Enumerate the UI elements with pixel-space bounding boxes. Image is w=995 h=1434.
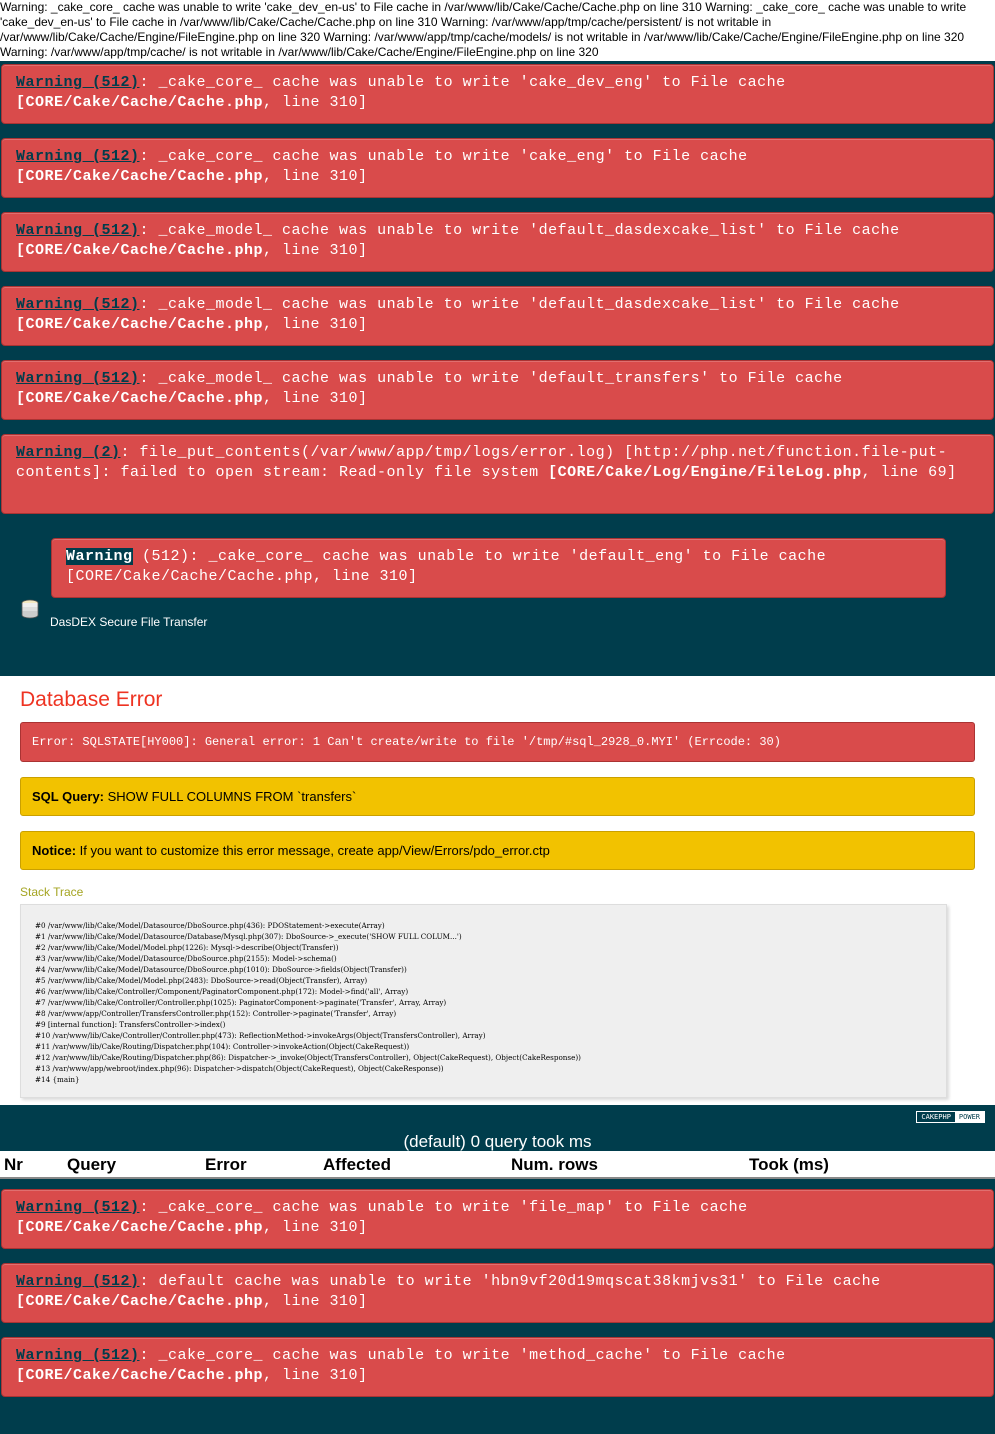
cake-warning: Warning (512): _cake_core_ cache was una…	[1, 1337, 994, 1397]
warning-path: [CORE/Cake/Cache/Cache.php	[16, 242, 264, 259]
column-query: Query	[63, 1151, 201, 1179]
warning-toggle-link[interactable]: Warning (2)	[16, 444, 121, 461]
cake-warning: Warning (512): default cache was unable …	[1, 1263, 994, 1323]
warning-path: [CORE/Cake/Log/Engine/FileLog.php	[548, 464, 862, 481]
warning-line: , line 310]	[263, 94, 368, 111]
column-nr: Nr	[0, 1151, 63, 1179]
site-footer: CAKEPHP POWER (default) 0 query took ms	[0, 1105, 995, 1151]
warning-toggle-link[interactable]: Warning (512)	[16, 1347, 140, 1364]
warning-path: [CORE/Cake/Cache/Cache.php	[16, 1293, 264, 1310]
error-box: Error: SQLSTATE[HY000]: General error: 1…	[20, 722, 975, 762]
main-content: Database Error Error: SQLSTATE[HY000]: G…	[0, 676, 995, 1105]
warning-line: , line 310]	[263, 390, 368, 407]
warning-path: [CORE/Cake/Cache/Cache.php	[16, 168, 264, 185]
warnings-bottom: Warning (512): _cake_core_ cache was una…	[0, 1189, 995, 1397]
warning-toggle-link[interactable]: Warning	[66, 548, 133, 565]
column-affected: Affected	[319, 1151, 507, 1179]
cake-warning: Warning (512): _cake_core_ cache was una…	[51, 538, 946, 598]
sql-log-summary: (default) 0 query took ms	[403, 1132, 592, 1151]
page-title: Database Error	[20, 688, 163, 711]
warning-message: : default cache was unable to write 'hbn…	[139, 1273, 881, 1290]
cake-warning: Warning (512): _cake_core_ cache was una…	[1, 64, 994, 124]
warning-line: , line 69]	[861, 464, 957, 481]
cake-warning: Warning (512): _cake_model_ cache was un…	[1, 286, 994, 346]
warning-line: , line 310]	[263, 316, 368, 333]
warning-toggle-link[interactable]: Warning (512)	[16, 1273, 140, 1290]
sql-log-table: Nr Query Error Affected Num. rows Took (…	[0, 1151, 995, 1179]
site-title-link[interactable]: DasDEX Secure File Transfer	[50, 615, 207, 629]
warning-line: , line 310]	[263, 1367, 368, 1384]
warning-path: [CORE/Cake/Cache/Cache.php	[16, 1367, 264, 1384]
warning-toggle-link[interactable]: Warning (512)	[16, 74, 140, 91]
cake-warning: Warning (2): file_put_contents(/var/www/…	[1, 434, 994, 514]
power-badge-left: CAKEPHP	[917, 1112, 955, 1122]
sql-query-label: SQL Query:	[32, 789, 108, 804]
warning-path: [CORE/Cake/Cache/Cache.php	[16, 94, 264, 111]
stack-trace: #0 /var/www/lib/Cake/Model/Datasource/Db…	[20, 904, 947, 1098]
cake-warning: Warning (512): _cake_model_ cache was un…	[1, 360, 994, 420]
database-stack-icon[interactable]	[20, 599, 40, 619]
warning-line: , line 310]	[263, 168, 368, 185]
warnings-top: Warning (512): _cake_core_ cache was una…	[0, 64, 995, 514]
notice-text: If you want to customize this error mess…	[79, 843, 550, 858]
php-warning-text: Warning: _cake_core_ cache was unable to…	[0, 0, 995, 61]
column-error: Error	[201, 1151, 319, 1179]
warning-path: [CORE/Cake/Cache/Cache.php	[16, 1219, 264, 1236]
warning-path: [CORE/Cake/Cache/Cache.php	[16, 390, 264, 407]
warning-line: , line 310]	[263, 1219, 368, 1236]
warning-line: , line 310]	[313, 568, 418, 585]
warning-path: [CORE/Cake/Cache/Cache.php	[66, 568, 314, 585]
column-num-rows: Num. rows	[507, 1151, 745, 1179]
warning-path: [CORE/Cake/Cache/Cache.php	[16, 316, 264, 333]
cake-warning: Warning (512): _cake_core_ cache was una…	[1, 1189, 994, 1249]
warning-message: : _cake_core_ cache was unable to write …	[189, 548, 827, 565]
warning-toggle-link[interactable]: Warning (512)	[16, 1199, 140, 1216]
notice-label: Notice:	[32, 843, 80, 858]
warning-line: , line 310]	[263, 1293, 368, 1310]
stack-trace-heading: Stack Trace	[20, 885, 84, 899]
error-text: SQLSTATE[HY000]: General error: 1 Can't …	[82, 735, 781, 749]
warning-line: , line 310]	[263, 242, 368, 259]
warning-toggle-link[interactable]: Warning (512)	[16, 148, 140, 165]
cake-warning: Warning (512): _cake_model_ cache was un…	[1, 212, 994, 272]
error-label: Error:	[32, 735, 83, 749]
warning-message: : _cake_model_ cache was unable to write…	[139, 296, 900, 313]
site-header: Warning (512): _cake_core_ cache was una…	[0, 528, 995, 676]
warning-message: : _cake_core_ cache was unable to write …	[139, 1199, 748, 1216]
column-took: Took (ms)	[745, 1151, 995, 1179]
warning-message: : _cake_core_ cache was unable to write …	[139, 148, 748, 165]
warning-toggle-link[interactable]: Warning (512)	[16, 222, 140, 239]
warning-message: : _cake_model_ cache was unable to write…	[139, 370, 843, 387]
notice-box: Notice: If you want to customize this er…	[20, 831, 975, 870]
cake-warning: Warning (512): _cake_core_ cache was una…	[1, 138, 994, 198]
warning-message: : _cake_core_ cache was unable to write …	[139, 1347, 786, 1364]
sql-log-header-row: Nr Query Error Affected Num. rows Took (…	[0, 1151, 995, 1179]
warning-toggle-link[interactable]: Warning (512)	[16, 370, 140, 387]
cakephp-power-badge[interactable]: CAKEPHP POWER	[916, 1111, 985, 1123]
warning-message: : _cake_model_ cache was unable to write…	[139, 222, 900, 239]
warning-toggle-link[interactable]: Warning (512)	[16, 296, 140, 313]
warning-message: : _cake_core_ cache was unable to write …	[139, 74, 786, 91]
warning-code: (512)	[132, 548, 190, 565]
sql-query-text: SHOW FULL COLUMNS FROM `transfers`	[107, 789, 357, 804]
sql-query-box: SQL Query: SHOW FULL COLUMNS FROM `trans…	[20, 777, 975, 816]
power-badge-right: POWER	[954, 1112, 984, 1122]
